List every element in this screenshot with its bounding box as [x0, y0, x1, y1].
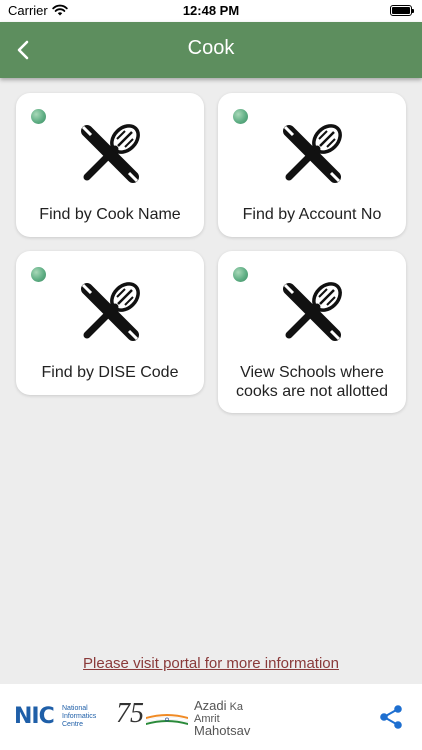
battery-icon [390, 5, 414, 16]
status-dot [233, 109, 248, 124]
status-dot [233, 267, 248, 282]
nic-full-name: National Informatics Centre [62, 705, 96, 729]
status-time: 12:48 PM [182, 3, 240, 18]
share-button[interactable] [378, 704, 404, 730]
find-by-cook-name-card[interactable]: Find by Cook Name [16, 93, 204, 237]
portal-link[interactable]: Please visit portal for more information [0, 655, 422, 672]
footer: NIC National Informatics Centre 75 Azadi… [0, 684, 422, 750]
card-label: Find by Cook Name [39, 206, 181, 223]
cooking-utensils-icon [81, 124, 140, 183]
cooking-utensils-icon [81, 282, 140, 341]
azadi-text: Azadi Ka Amrit Mahotsav [194, 698, 266, 738]
nic-logo: NIC National Informatics Centre [14, 704, 110, 730]
find-by-dise-code-card[interactable]: Find by DISE Code [16, 251, 204, 395]
cooking-utensils-icon [283, 124, 342, 183]
mahotsav-word: Mahotsav [194, 723, 251, 738]
cooking-utensils-icon [283, 282, 342, 341]
card-label: Find by Account No [242, 206, 382, 223]
azadi-ka-amrit-mahotsav-logo: 75 Azadi Ka Amrit Mahotsav [116, 698, 266, 737]
nic-line-3: Centre [62, 721, 84, 728]
azadi-word: Azadi [194, 698, 227, 713]
ka-word: Ka [229, 701, 244, 713]
nic-line-2: Informatics [62, 713, 97, 720]
card-label: Find by DISE Code [41, 364, 179, 381]
azadi-75-number: 75 [116, 698, 144, 729]
nic-line-1: National [62, 705, 88, 712]
find-by-account-no-card[interactable]: Find by Account No [218, 93, 406, 237]
share-icon [380, 705, 402, 729]
card-label: View Schools where cooks are not allotte… [235, 364, 389, 400]
page-title: Cook [187, 37, 235, 59]
app-bar: Cook [0, 22, 422, 78]
view-schools-unallotted-card[interactable]: View Schools where cooks are not allotte… [218, 251, 406, 413]
status-dot [31, 267, 46, 282]
status-dot [31, 109, 46, 124]
status-bar: Carrier 12:48 PM [0, 0, 422, 22]
tricolour-flag-icon [145, 714, 189, 725]
nic-abbr: NIC [14, 704, 55, 729]
